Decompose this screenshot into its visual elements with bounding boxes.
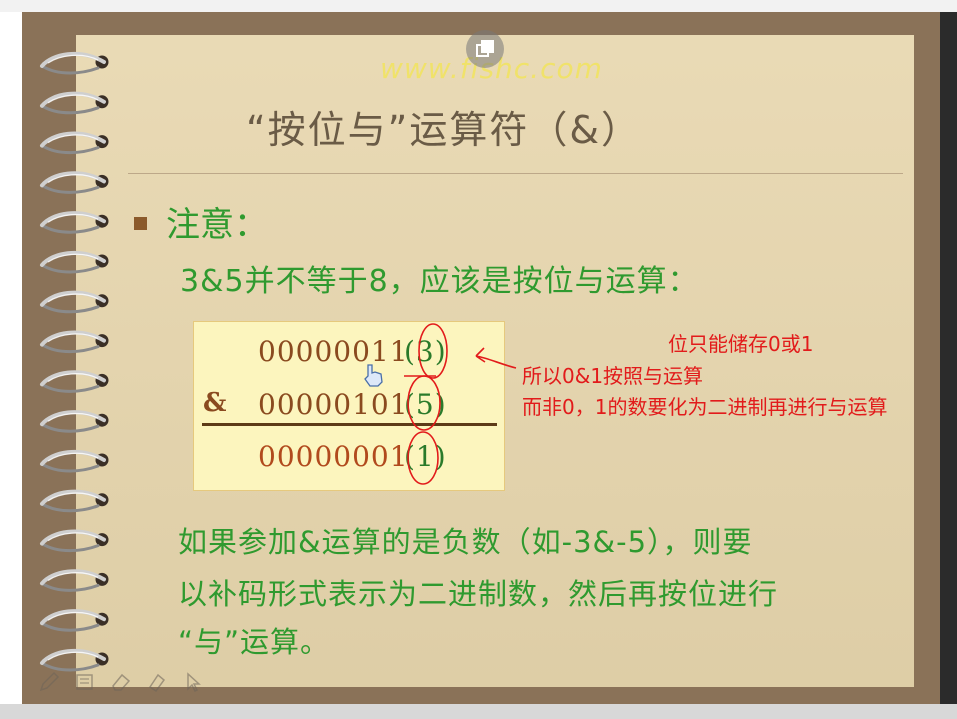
spiral-ring [40, 609, 109, 632]
annotation-line-2: 所以0&1按照与运算 [522, 364, 704, 388]
spiral-ring [40, 370, 109, 393]
spiral-ring [40, 569, 109, 592]
note-label: 注意： [166, 205, 268, 245]
binary-value: 00000101 [258, 388, 409, 421]
decimal-value: (5) [404, 388, 447, 421]
spiral-ring [40, 489, 109, 513]
spiral-ring [40, 529, 109, 553]
title-divider [128, 173, 903, 174]
spiral-ring [40, 449, 109, 473]
paragraph-line-3: “与”运算。 [178, 625, 331, 659]
top-bar [0, 0, 957, 12]
pen-toolbar [38, 668, 210, 696]
spiral-ring [40, 51, 109, 75]
spiral-ring [40, 290, 109, 314]
spiral-ring [40, 330, 109, 354]
operator: & [203, 388, 228, 418]
hand-cursor-icon [364, 364, 383, 387]
decimal-value: (3) [404, 335, 447, 368]
pointer-icon[interactable] [182, 671, 204, 693]
spiral-ring [40, 410, 109, 433]
paragraph-line-1: 如果参加&运算的是负数（如-3&-5），则要 [178, 525, 753, 559]
spiral-ring [40, 250, 109, 274]
video-frame: www.fishc.com “按位与”运算符（&） 注意： 3&5并不等于8，应… [0, 0, 957, 719]
highlighter-icon[interactable] [146, 671, 168, 693]
decimal-value: (1) [404, 440, 447, 473]
eraser-icon[interactable] [110, 671, 132, 693]
calculation-box: 00000011 (3) & 00000101 (5) 00000001 (1) [193, 321, 505, 491]
spiral-ring [40, 131, 109, 155]
binary-value: 00000001 [258, 440, 409, 473]
popout-button[interactable] [466, 30, 504, 68]
watermark: www.fishc.com [380, 52, 603, 85]
result-line [202, 423, 497, 426]
slide-title: “按位与”运算符（&） [246, 108, 642, 152]
right-scroll-area [940, 12, 957, 704]
annotation-line-3: 而非0，1的数要化为二进制再进行与运算 [522, 395, 888, 419]
annotation-line-1: 位只能储存0或1 [668, 332, 814, 356]
bullet-icon [134, 217, 147, 230]
marker-icon[interactable] [74, 671, 96, 693]
spiral-ring [40, 171, 109, 194]
paragraph-line-2: 以补码形式表示为二进制数，然后再按位进行 [178, 577, 779, 611]
pen-icon[interactable] [38, 671, 60, 693]
spiral-ring [40, 211, 109, 234]
bottom-bar [0, 704, 957, 719]
popout-icon [476, 40, 494, 57]
spiral-ring [40, 91, 109, 115]
statement-line: 3&5并不等于8，应该是按位与运算： [180, 264, 699, 299]
spiral-binding [40, 51, 109, 672]
